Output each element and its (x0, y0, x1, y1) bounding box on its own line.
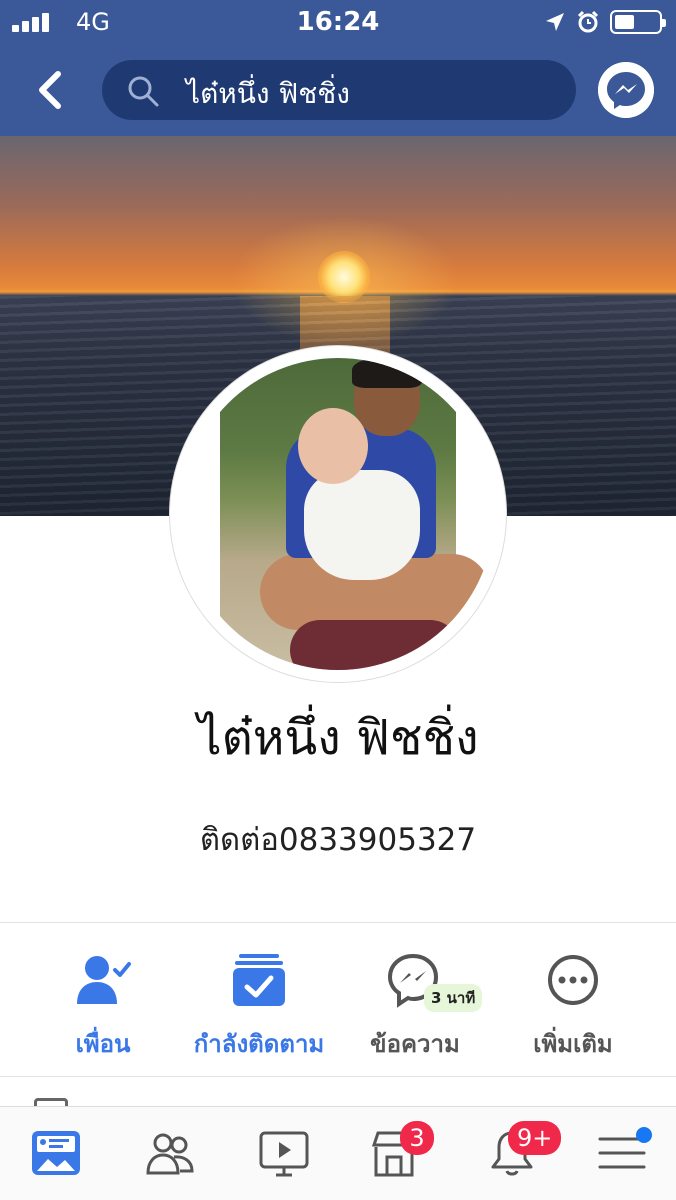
status-bar: 4G 16:24 (0, 0, 676, 44)
alarm-icon (577, 10, 599, 33)
battery-fill (615, 15, 634, 29)
avatar-photo (220, 358, 490, 670)
more-button[interactable]: เพิ่มเติม (488, 940, 658, 1070)
following-box-icon (233, 954, 285, 1006)
following-label: กำลังติดตาม (193, 1030, 325, 1058)
watch-video-icon (259, 1131, 308, 1177)
divider (0, 922, 676, 923)
profile-bio: ติดต่อ0833905327 (199, 822, 477, 858)
photo-seat (290, 620, 460, 670)
friends-button[interactable]: เพื่อน (18, 940, 188, 1070)
tab-menu[interactable] (554, 1107, 676, 1200)
search-icon (128, 76, 159, 107)
more-dots-icon (548, 955, 598, 1005)
search-input[interactable]: ไต๋หนึ่ง ฟิชชิ่ง (102, 60, 576, 120)
more-label: เพิ่มเติม (533, 1030, 613, 1058)
avatar[interactable] (182, 358, 494, 670)
tab-marketplace[interactable]: 3 (326, 1107, 461, 1200)
menu-notification-dot (636, 1127, 652, 1143)
photo-baby-head (298, 408, 368, 484)
photo-baby-dress (304, 470, 420, 580)
profile-actions: เพื่อน กำลังติดตาม ข้อความ 3 นาที เพิ่มเ… (0, 940, 676, 1070)
back-chevron-icon[interactable] (30, 66, 70, 114)
battery-icon (610, 10, 666, 34)
following-button[interactable]: กำลังติดตาม (174, 940, 344, 1070)
profile-name: ไต๋หนึ่ง ฟิชชิ่ง (197, 710, 479, 766)
marketplace-badge: 3 (400, 1121, 434, 1155)
friends-check-icon (77, 956, 131, 1004)
top-bar: 4G 16:24 ไต๋หนึ่ง ฟิชชิ่ง (0, 0, 676, 136)
friends-label: เพื่อน (75, 1030, 131, 1058)
photo-man-hair (352, 358, 422, 388)
friends-icon (145, 1133, 194, 1175)
divider (0, 1076, 676, 1077)
message-label: ข้อความ (370, 1030, 460, 1058)
profile-screen: 4G 16:24 ไต๋หนึ่ง ฟิชชิ่ง ไต๋หนึ่ง ฟิชชิ… (0, 0, 676, 1200)
news-feed-icon (31, 1131, 80, 1175)
location-arrow-icon (546, 13, 564, 31)
bottom-tab-bar: 3 9+ (0, 1106, 676, 1200)
last-active-badge: 3 นาที (424, 984, 483, 1012)
search-query: ไต๋หนึ่ง ฟิชชิ่ง (186, 77, 350, 110)
messenger-icon[interactable] (598, 62, 654, 118)
status-icons (544, 8, 666, 36)
